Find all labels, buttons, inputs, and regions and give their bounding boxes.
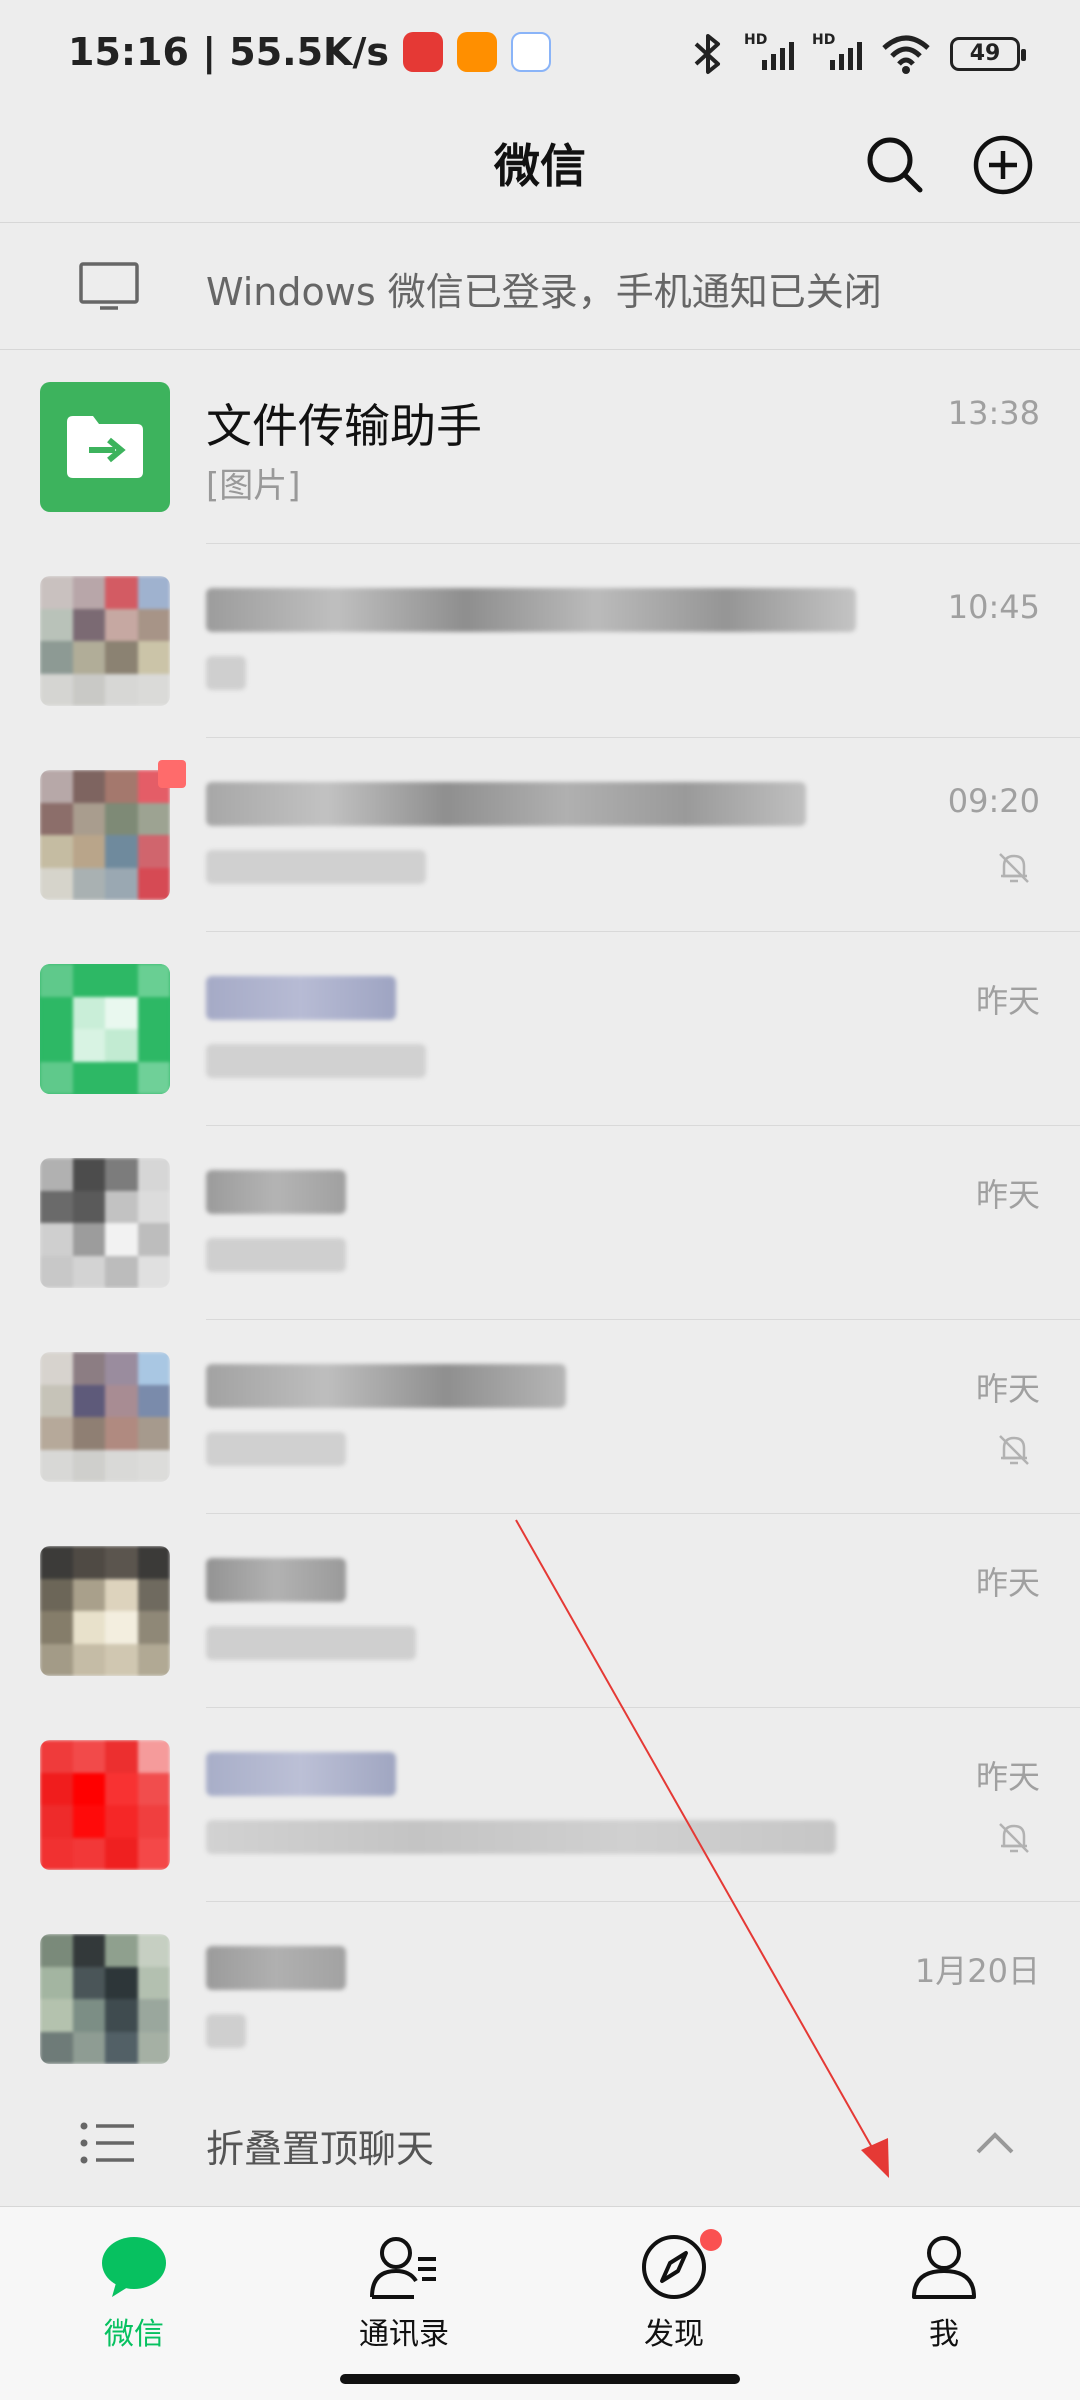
tab-discover[interactable]: 发现: [574, 2231, 774, 2353]
avatar: [40, 1546, 170, 1676]
notice-text: Windows 微信已登录，手机通知已关闭: [206, 270, 882, 314]
chat-item-file-transfer[interactable]: 文件传输助手 [图片] 13:38: [0, 350, 1080, 544]
chat-time: 1月20日: [914, 1952, 1040, 1990]
chat-time: 昨天: [975, 1758, 1040, 1796]
avatar: [40, 1158, 170, 1288]
fold-pinned-chats-row[interactable]: 折叠置顶聊天: [0, 2078, 1080, 2206]
profile-icon: [912, 2236, 976, 2299]
list-icon: [80, 2122, 134, 2164]
chevron-up-icon[interactable]: [972, 2120, 1018, 2166]
top-bar: 微信: [0, 110, 1080, 220]
chat-item[interactable]: 昨天: [0, 932, 1080, 1126]
status-time-speed: 15:16 | 55.5K/s: [68, 30, 389, 74]
taobao-app-icon: [403, 32, 443, 72]
bottom-tab-bar: 微信 通讯录 发现 我: [0, 2206, 1080, 2400]
avatar: [40, 576, 170, 706]
tab-label: 微信: [104, 2317, 164, 2352]
chat-item[interactable]: 昨天: [0, 1708, 1080, 1902]
chat-item[interactable]: 1月20日: [0, 1902, 1080, 2072]
file-transfer-avatar: [40, 382, 170, 512]
bluetooth-icon: [694, 34, 720, 74]
avatar: [40, 1740, 170, 1870]
avatar: [40, 1934, 170, 2064]
avatar: [40, 964, 170, 1094]
status-bar: 15:16 | 55.5K/s HD HD 49: [0, 0, 1080, 110]
notification-app-icon: [457, 32, 497, 72]
chat-time: 昨天: [975, 1564, 1040, 1602]
wechat-chat-list-screen: 15:16 | 55.5K/s HD HD 49 微信 Windows 微信已登…: [0, 0, 1080, 2400]
avatar: [40, 1352, 170, 1482]
battery-level: 49: [969, 41, 1001, 66]
wifi-icon: [882, 35, 930, 74]
status-right: HD HD 49: [690, 32, 1026, 76]
add-icon[interactable]: [968, 130, 1038, 200]
contacts-icon: [370, 2237, 436, 2299]
chat-bubble-icon: [102, 2237, 166, 2297]
chat-time: 13:38: [947, 394, 1040, 432]
chat-item[interactable]: 09:20: [0, 738, 1080, 932]
chat-item[interactable]: 昨天: [0, 1126, 1080, 1320]
chat-time: 09:20: [947, 782, 1040, 820]
tab-label: 我: [929, 2317, 959, 2352]
chat-time: 昨天: [975, 982, 1040, 1020]
chat-preview: [图片]: [206, 466, 301, 506]
discover-badge-dot: [700, 2229, 722, 2251]
chat-item[interactable]: 昨天: [0, 1320, 1080, 1514]
chat-item[interactable]: 昨天: [0, 1514, 1080, 1708]
search-icon[interactable]: [860, 130, 930, 200]
unread-dot: [158, 760, 186, 788]
cell-signal-icon-1: HD: [744, 32, 794, 76]
chat-time: 10:45: [947, 588, 1040, 626]
mute-bell-icon: [999, 1823, 1029, 1853]
chat-time: 昨天: [975, 1176, 1040, 1214]
home-indicator[interactable]: [340, 2374, 740, 2384]
avatar: [40, 770, 170, 900]
tab-label: 发现: [644, 2317, 704, 2352]
tab-me[interactable]: 我: [844, 2231, 1044, 2353]
battery-icon: 49: [950, 37, 1026, 71]
chat-list: 文件传输助手 [图片] 13:38 10:45 09:20 昨天 昨天 昨天 昨…: [0, 350, 1080, 2072]
fold-label: 折叠置顶聊天: [206, 2127, 435, 2171]
tab-contacts[interactable]: 通讯录: [304, 2231, 504, 2353]
mute-bell-icon: [999, 1435, 1029, 1465]
status-left: 15:16 | 55.5K/s: [68, 30, 551, 74]
chat-time: 昨天: [975, 1370, 1040, 1408]
tab-chats[interactable]: 微信: [34, 2231, 234, 2353]
windows-login-notice[interactable]: Windows 微信已登录，手机通知已关闭: [0, 222, 1080, 350]
chat-item[interactable]: 10:45: [0, 544, 1080, 738]
chat-name: 文件传输助手: [206, 399, 482, 453]
cell-signal-icon-2: HD: [812, 32, 862, 76]
mute-bell-icon: [999, 853, 1029, 883]
tab-label: 通讯录: [359, 2317, 449, 2352]
folder-arrow-icon: [67, 416, 143, 478]
monitor-icon: [79, 262, 139, 310]
cloud-app-icon: [511, 32, 551, 72]
